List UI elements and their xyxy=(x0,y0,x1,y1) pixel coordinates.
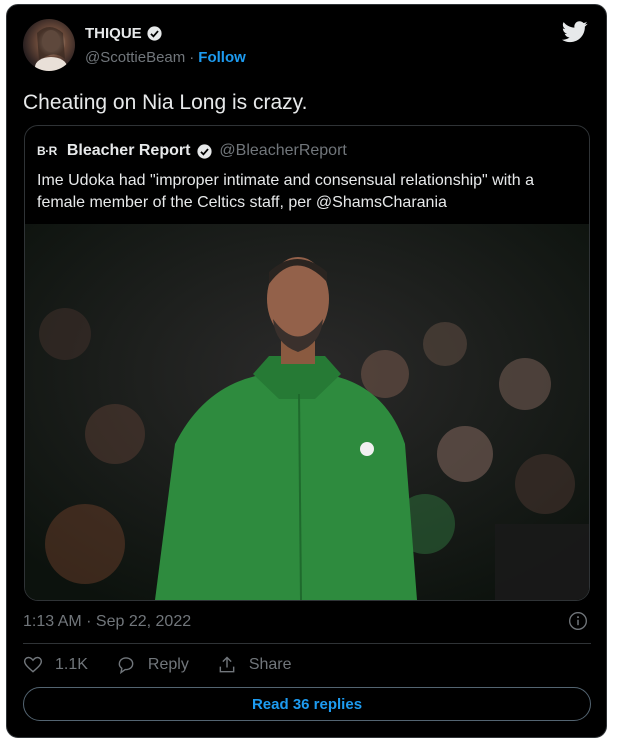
share-button[interactable]: Share xyxy=(217,655,292,675)
quoted-tweet[interactable]: B·R Bleacher Report @BleacherReport Ime … xyxy=(24,125,590,601)
quoted-tweet-text: Ime Udoka had "improper intimate and con… xyxy=(37,172,534,211)
read-replies-button[interactable]: Read 36 replies xyxy=(23,687,591,721)
like-button[interactable]: 1.1K xyxy=(23,655,88,675)
reply-icon xyxy=(118,657,134,675)
tweet-actions: 1.1K Reply Share xyxy=(23,655,292,675)
heart-icon xyxy=(23,656,43,673)
divider xyxy=(23,643,591,644)
verified-badge-icon xyxy=(197,143,213,159)
author-handle-line: @ScottieBeam · Follow xyxy=(85,49,246,66)
quoted-tweet-header: B·R Bleacher Report @BleacherReport xyxy=(37,142,347,160)
bleacher-report-logo: B·R xyxy=(37,144,57,158)
author-display-name[interactable]: THIQUE xyxy=(85,25,142,42)
author-handle[interactable]: @ScottieBeam xyxy=(85,49,185,66)
reply-button[interactable]: Reply xyxy=(116,655,189,675)
tweet-text: Cheating on Nia Long is crazy. xyxy=(23,91,308,114)
share-label: Share xyxy=(248,656,292,673)
tweet-timestamp[interactable]: 1:13 AM · Sep 22, 2022 xyxy=(23,613,191,631)
reply-label: Reply xyxy=(147,656,189,673)
like-count: 1.1K xyxy=(55,656,88,673)
verified-badge-icon xyxy=(147,26,162,41)
embedded-tweet-card: THIQUE @ScottieBeam · Follow Cheating on… xyxy=(6,4,607,738)
avatar[interactable] xyxy=(23,19,75,71)
twitter-bird-icon[interactable] xyxy=(562,21,588,43)
info-icon[interactable] xyxy=(568,611,588,631)
follow-button[interactable]: Follow xyxy=(198,49,246,66)
quoted-author-display-name[interactable]: Bleacher Report xyxy=(67,142,191,160)
quoted-tweet-photo[interactable] xyxy=(25,224,589,600)
quoted-author-handle[interactable]: @BleacherReport xyxy=(219,142,346,160)
share-icon xyxy=(219,656,235,673)
separator-dot: · xyxy=(189,49,195,66)
author-line: THIQUE xyxy=(85,25,163,42)
